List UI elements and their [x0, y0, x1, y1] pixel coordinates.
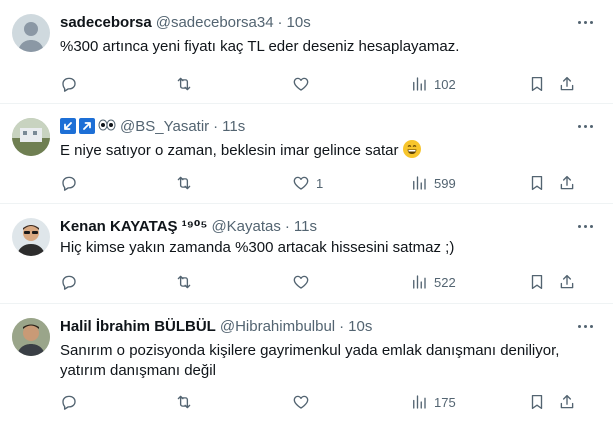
- views-button[interactable]: 175: [410, 390, 456, 414]
- tweet-header: Kenan KAYATAŞ ¹⁹⁰⁵ @Kayatas · 11s: [60, 216, 317, 236]
- bookmark-icon: [528, 75, 546, 93]
- share-icon: [558, 174, 576, 192]
- tweet-actions: 1 599: [60, 171, 601, 195]
- timestamp[interactable]: 11s: [294, 218, 317, 235]
- view-count: 599: [434, 175, 456, 191]
- reply-button[interactable]: [60, 171, 84, 195]
- author-name[interactable]: Halil İbrahim BÜLBÜL: [60, 318, 216, 335]
- retweet-button[interactable]: [175, 72, 199, 96]
- timestamp[interactable]: 11s: [222, 118, 245, 135]
- eyes-icon: [98, 119, 116, 134]
- more-options-icon[interactable]: [575, 218, 595, 234]
- reply-icon: [60, 273, 78, 291]
- tweet-actions: 175: [60, 390, 601, 414]
- analytics-icon: [410, 75, 428, 93]
- bookmark-icon: [528, 393, 546, 411]
- bookmark-icon: [528, 174, 546, 192]
- tweet[interactable]: @BS_Yasatir · 11s E niye satıyor o zaman…: [0, 104, 613, 204]
- tweet-body: E niye satıyor o zaman, beklesin imar ge…: [60, 140, 580, 161]
- share-icon: [558, 393, 576, 411]
- more-options-icon[interactable]: [575, 14, 595, 30]
- person-sunglasses-avatar-icon[interactable]: [12, 218, 50, 256]
- tweet[interactable]: Halil İbrahim BÜLBÜL @Hibrahimbulbul · 1…: [0, 304, 613, 424]
- like-button[interactable]: [292, 270, 316, 294]
- heart-icon: [292, 75, 310, 93]
- retweet-icon: [175, 393, 193, 411]
- views-button[interactable]: 102: [410, 72, 456, 96]
- tweet[interactable]: sadeceborsa @sadeceborsa34 · 10s %300 ar…: [0, 0, 613, 104]
- more-options-icon[interactable]: [575, 318, 595, 334]
- share-button[interactable]: [558, 72, 576, 96]
- tweet-text: Hiç kimse yakın zamanda %300 artacak his…: [60, 239, 455, 256]
- heart-icon: [292, 393, 310, 411]
- tweet-feed: sadeceborsa @sadeceborsa34 · 10s %300 ar…: [0, 0, 613, 424]
- author-handle[interactable]: @Kayatas: [211, 218, 280, 235]
- reply-icon: [60, 174, 78, 192]
- retweet-button[interactable]: [175, 390, 199, 414]
- timestamp[interactable]: 10s: [287, 14, 311, 31]
- retweet-icon: [175, 174, 193, 192]
- like-count: 1: [316, 175, 324, 191]
- landscape-avatar-icon[interactable]: [12, 118, 50, 156]
- more-options-icon[interactable]: [575, 118, 595, 134]
- arrow-down-left-icon: [60, 118, 76, 134]
- heart-icon: [292, 174, 310, 192]
- reply-icon: [60, 393, 78, 411]
- tweet-text: E niye satıyor o zaman, beklesin imar ge…: [60, 142, 399, 159]
- share-icon: [558, 75, 576, 93]
- share-button[interactable]: [558, 171, 576, 195]
- separator-dot: ·: [213, 117, 219, 135]
- like-button[interactable]: [292, 390, 316, 414]
- tweet-text: %300 artınca yeni fiyatı kaç TL eder des…: [60, 38, 460, 55]
- person-avatar-icon[interactable]: [12, 318, 50, 356]
- grinning-face-icon: [402, 140, 421, 158]
- author-name[interactable]: sadeceborsa: [60, 14, 152, 31]
- tweet-actions: 102: [60, 72, 601, 96]
- bookmark-button[interactable]: [528, 390, 546, 414]
- analytics-icon: [410, 273, 428, 291]
- tweet-actions: 522: [60, 270, 601, 294]
- retweet-button[interactable]: [175, 171, 199, 195]
- reply-button[interactable]: [60, 72, 84, 96]
- retweet-icon: [175, 273, 193, 291]
- analytics-icon: [410, 174, 428, 192]
- retweet-icon: [175, 75, 193, 93]
- analytics-icon: [410, 393, 428, 411]
- like-button[interactable]: [292, 72, 316, 96]
- reply-icon: [60, 75, 78, 93]
- view-count: 102: [434, 76, 456, 92]
- arrow-up-right-icon: [79, 118, 95, 134]
- tweet[interactable]: Kenan KAYATAŞ ¹⁹⁰⁵ @Kayatas · 11s Hiç ki…: [0, 204, 613, 304]
- timestamp[interactable]: 10s: [348, 318, 372, 335]
- view-count: 522: [434, 274, 456, 290]
- reply-button[interactable]: [60, 390, 84, 414]
- retweet-button[interactable]: [175, 270, 199, 294]
- tweet-text: Sanırım o pozisyonda kişilere gayrimenku…: [60, 342, 560, 379]
- share-button[interactable]: [558, 270, 576, 294]
- separator-dot: ·: [339, 317, 345, 335]
- author-handle[interactable]: @BS_Yasatir: [120, 118, 209, 135]
- heart-icon: [292, 273, 310, 291]
- tweet-header: sadeceborsa @sadeceborsa34 · 10s: [60, 12, 311, 32]
- bookmark-button[interactable]: [528, 270, 546, 294]
- separator-dot: ·: [277, 13, 283, 31]
- separator-dot: ·: [284, 217, 290, 235]
- author-handle[interactable]: @Hibrahimbulbul: [220, 318, 335, 335]
- bookmark-button[interactable]: [528, 171, 546, 195]
- bookmark-button[interactable]: [528, 72, 546, 96]
- author-name[interactable]: Kenan KAYATAŞ ¹⁹⁰⁵: [60, 217, 207, 235]
- reply-button[interactable]: [60, 270, 84, 294]
- view-count: 175: [434, 394, 456, 410]
- share-button[interactable]: [558, 390, 576, 414]
- share-icon: [558, 273, 576, 291]
- bookmark-icon: [528, 273, 546, 291]
- views-button[interactable]: 522: [410, 270, 456, 294]
- default-avatar-icon[interactable]: [12, 14, 50, 52]
- views-button[interactable]: 599: [410, 171, 456, 195]
- like-button[interactable]: 1: [292, 171, 323, 195]
- tweet-header: @BS_Yasatir · 11s: [60, 116, 245, 136]
- author-handle[interactable]: @sadeceborsa34: [156, 14, 274, 31]
- tweet-header: Halil İbrahim BÜLBÜL @Hibrahimbulbul · 1…: [60, 316, 372, 336]
